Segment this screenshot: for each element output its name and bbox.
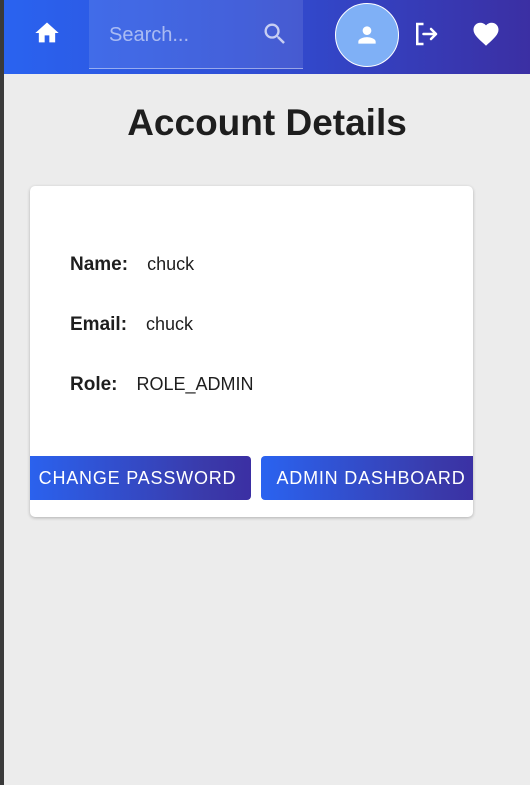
page-title: Account Details: [127, 102, 407, 143]
role-value: ROLE_ADMIN: [136, 374, 254, 394]
home-icon: [35, 22, 59, 43]
role-label: Role:: [70, 374, 118, 395]
name-label: Name:: [70, 254, 129, 275]
heart-icon: [473, 22, 499, 46]
search-icon: [264, 23, 285, 44]
app-bar: [4, 0, 530, 74]
search-button[interactable]: [259, 18, 291, 50]
home-button[interactable]: [28, 14, 66, 52]
change-password-button[interactable]: CHANGE PASSWORD: [30, 456, 251, 500]
name-value: chuck: [147, 254, 195, 274]
admin-dashboard-button[interactable]: ADMIN DASHBOARD: [261, 456, 473, 500]
logout-icon: [416, 22, 438, 46]
name-row: Name: chuck: [70, 254, 194, 276]
account-details-card: Name: chuck Email: chuck Role: ROLE_ADMI…: [30, 186, 473, 517]
person-icon: [358, 26, 376, 44]
email-value: chuck: [146, 314, 194, 334]
search-box: [89, 0, 303, 69]
email-label: Email:: [70, 314, 128, 335]
avatar-button[interactable]: [335, 3, 399, 67]
role-row: Role: ROLE_ADMIN: [70, 374, 254, 396]
logout-button[interactable]: [408, 16, 444, 52]
search-input[interactable]: [107, 18, 261, 52]
email-row: Email: chuck: [70, 314, 193, 336]
favorites-button[interactable]: [468, 16, 504, 52]
